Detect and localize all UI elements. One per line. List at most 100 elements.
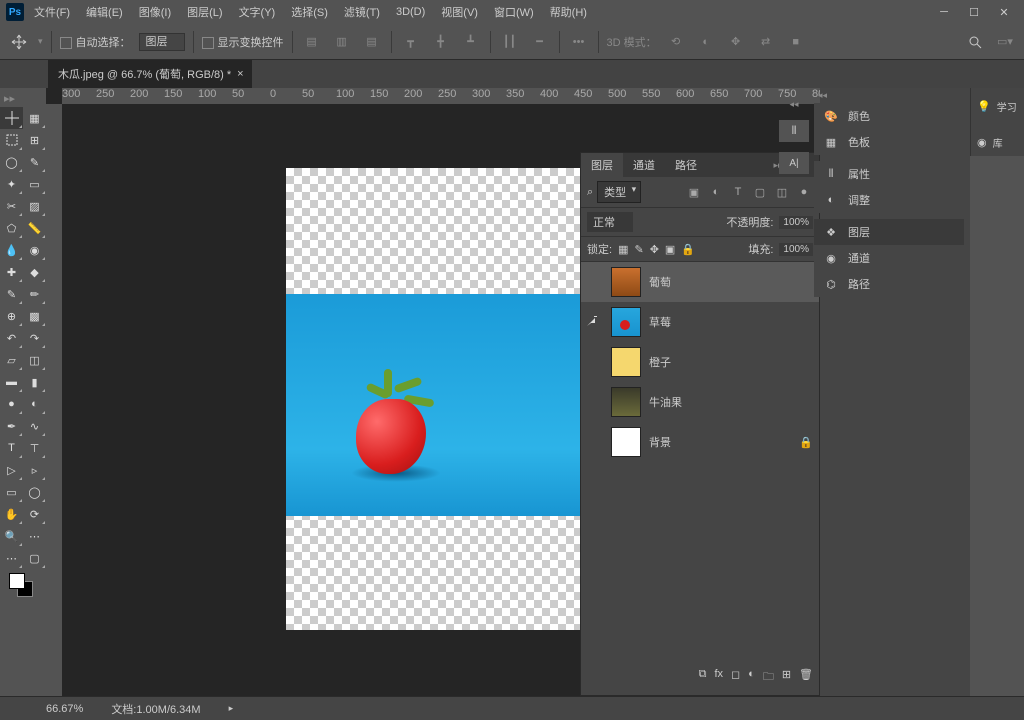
align-left-icon[interactable]: ▤ xyxy=(301,31,323,53)
visibility-toggle-icon[interactable] xyxy=(587,394,603,410)
show-transform-checkbox[interactable]: 显示变换控件 xyxy=(202,34,284,50)
properties-panel-button[interactable]: ⫴属性 xyxy=(814,161,964,187)
menu-filter[interactable]: 滤镜(T) xyxy=(338,0,386,24)
crop-tool[interactable]: ✂ xyxy=(0,195,23,217)
hand-tool[interactable]: ✋ xyxy=(0,503,23,525)
layers-panel-button[interactable]: ❖图层 xyxy=(814,219,964,245)
direct-select-tool[interactable]: ▹ xyxy=(23,459,46,481)
align-center-h-icon[interactable]: ▥ xyxy=(331,31,353,53)
menu-edit[interactable]: 编辑(E) xyxy=(80,0,129,24)
layer-name[interactable]: 牛油果 xyxy=(649,394,682,410)
fill-value[interactable]: 100% xyxy=(779,243,813,256)
screen-mode-tool[interactable]: ▢ xyxy=(23,547,46,569)
delete-layer-icon[interactable]: 🗑 xyxy=(799,668,813,687)
channels-tab[interactable]: 通道 xyxy=(623,153,665,177)
layer-name[interactable]: 草莓 xyxy=(649,314,671,330)
dock-collapse-icon[interactable]: ◂◂ xyxy=(789,99,798,110)
opacity-value[interactable]: 100% xyxy=(779,216,813,229)
filter-adjust-icon[interactable]: ◐ xyxy=(707,186,725,198)
workspace-switcher-icon[interactable]: ▭▾ xyxy=(994,31,1016,53)
distribute-h-icon[interactable]: ┃┃ xyxy=(499,31,521,53)
dodge-tool[interactable]: ● xyxy=(0,393,23,415)
layer-fx-icon[interactable]: fx xyxy=(714,668,723,687)
layer-thumbnail[interactable] xyxy=(611,427,641,457)
zoom-tool[interactable]: 🔍 xyxy=(0,525,23,547)
tools-collapse-icon[interactable]: ▸▸ xyxy=(0,90,19,107)
filter-smart-icon[interactable]: ◫ xyxy=(773,186,791,199)
layer-row[interactable]: 牛油果 xyxy=(581,382,819,422)
layer-row[interactable]: 背景 🔒 xyxy=(581,422,819,462)
character-panel-icon[interactable]: A| xyxy=(779,152,809,174)
layer-thumbnail[interactable] xyxy=(611,307,641,337)
doc-size[interactable]: 文档:1.00M/6.34M xyxy=(111,701,200,717)
magic-wand-tool[interactable]: ✦ xyxy=(0,173,23,195)
brush-panel-icon[interactable]: ⫴ xyxy=(779,120,809,142)
freeform-pen-tool[interactable]: ∿ xyxy=(23,415,46,437)
new-layer-icon[interactable]: ⊞ xyxy=(782,668,791,687)
layers-tab[interactable]: 图层 xyxy=(581,153,623,177)
eraser-tool[interactable]: ▱ xyxy=(0,349,23,371)
vertical-ruler[interactable] xyxy=(46,104,62,696)
menu-select[interactable]: 选择(S) xyxy=(285,0,334,24)
layer-row[interactable]: 草莓 xyxy=(581,302,819,342)
distribute-v-icon[interactable]: ━ xyxy=(529,31,551,53)
type-tool[interactable]: T xyxy=(0,437,23,459)
search-icon[interactable] xyxy=(964,31,986,53)
gradient-tool[interactable]: ▬ xyxy=(0,371,23,393)
zoom-level[interactable]: 66.67% xyxy=(46,703,83,715)
visibility-toggle-icon[interactable] xyxy=(587,314,603,330)
lock-artboard-icon[interactable]: ▣ xyxy=(665,243,675,256)
menu-window[interactable]: 窗口(W) xyxy=(488,0,540,24)
spot-heal-tool[interactable]: ✚ xyxy=(0,261,23,283)
menu-layer[interactable]: 图层(L) xyxy=(181,0,228,24)
ruler-tool[interactable]: 📏 xyxy=(23,217,46,239)
layer-group-icon[interactable]: 🗀 xyxy=(763,668,774,687)
layer-mask-icon[interactable]: ◻ xyxy=(731,668,740,687)
visibility-toggle-icon[interactable] xyxy=(587,354,603,370)
lock-pixels-icon[interactable]: ✎ xyxy=(634,243,643,256)
slice-tool[interactable]: ▨ xyxy=(23,195,46,217)
horizontal-ruler[interactable]: 3002502001501005005010015020025030035040… xyxy=(62,88,824,104)
auto-select-target-dropdown[interactable]: 图层 xyxy=(139,33,185,51)
layer-name[interactable]: 背景 xyxy=(649,434,671,450)
color-panel-button[interactable]: 🎨颜色 xyxy=(814,103,964,129)
document-tab[interactable]: 木瓜.jpeg @ 66.7% (葡萄, RGB/8) * × xyxy=(48,60,252,88)
menu-help[interactable]: 帮助(H) xyxy=(544,0,593,24)
menu-3d[interactable]: 3D(D) xyxy=(390,2,431,22)
visibility-toggle-icon[interactable] xyxy=(587,274,603,290)
library-panel-button[interactable]: ◉库 xyxy=(971,128,1024,156)
paths-tab[interactable]: 路径 xyxy=(665,153,707,177)
learn-panel-button[interactable]: 💡学习 xyxy=(971,92,1024,120)
burn-tool[interactable]: ◐ xyxy=(23,393,46,415)
dock-collapse-icon[interactable]: ◂◂ xyxy=(814,88,964,103)
layer-thumbnail[interactable] xyxy=(611,347,641,377)
lock-transparent-icon[interactable]: ▦ xyxy=(618,243,628,256)
layer-name[interactable]: 橙子 xyxy=(649,354,671,370)
menu-view[interactable]: 视图(V) xyxy=(435,0,484,24)
channels-panel-button[interactable]: ◉通道 xyxy=(814,245,964,271)
adjustment-layer-icon[interactable]: ◐ xyxy=(748,668,755,687)
clone-stamp-tool[interactable]: ⊕ xyxy=(0,305,23,327)
menu-file[interactable]: 文件(F) xyxy=(28,0,76,24)
foreground-color-swatch[interactable] xyxy=(9,573,25,589)
quick-select-tool[interactable]: ✎ xyxy=(23,151,46,173)
window-minimize-button[interactable]: ─ xyxy=(930,3,958,21)
rectangle-tool[interactable]: ▭ xyxy=(0,481,23,503)
artboard-tool[interactable]: ▦ xyxy=(23,107,46,129)
history-brush-tool[interactable]: ↶ xyxy=(0,327,23,349)
pattern-stamp-tool[interactable]: ▩ xyxy=(23,305,46,327)
ellipse-tool[interactable]: ◯ xyxy=(23,481,46,503)
align-center-v-icon[interactable]: ╋ xyxy=(430,31,452,53)
layer-row[interactable]: 葡萄 xyxy=(581,262,819,302)
filter-search-icon[interactable]: ⌕ xyxy=(587,186,593,199)
rotate-view-tool[interactable]: ⟳ xyxy=(23,503,46,525)
visibility-toggle-icon[interactable] xyxy=(587,434,603,450)
window-maximize-button[interactable]: ☐ xyxy=(960,3,988,21)
filter-toggle-icon[interactable]: ● xyxy=(795,186,813,198)
eyedropper-tool[interactable]: 💧 xyxy=(0,239,23,261)
auto-select-checkbox[interactable]: 自动选择： xyxy=(60,34,131,50)
filter-type-icon[interactable]: T xyxy=(729,186,747,198)
art-history-tool[interactable]: ↷ xyxy=(23,327,46,349)
document-canvas[interactable] xyxy=(286,168,616,630)
move-tool-preset-icon[interactable] xyxy=(8,31,30,53)
